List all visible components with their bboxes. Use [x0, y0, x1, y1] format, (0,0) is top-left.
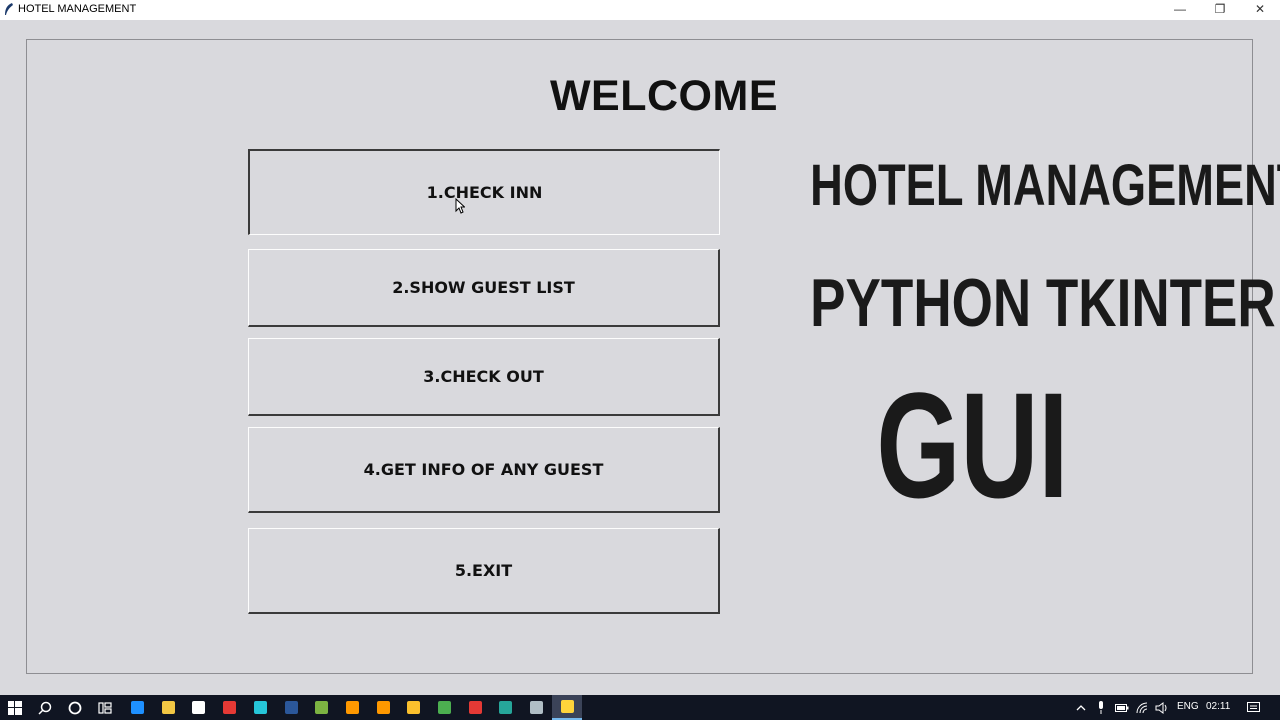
microphone-icon: [1099, 701, 1103, 714]
language-indicator[interactable]: ENG: [1177, 701, 1199, 712]
edge-icon: [130, 701, 144, 714]
cortana-button[interactable]: [60, 695, 90, 720]
media-taskbar-button[interactable]: [490, 695, 520, 720]
windows-icon: [8, 700, 22, 715]
media-icon: [498, 701, 512, 714]
opera-icon: [468, 701, 482, 714]
app-teal-taskbar-button[interactable]: [245, 695, 275, 720]
banner-gui: GUI: [876, 361, 1069, 529]
battery-icon: [1115, 703, 1129, 712]
edge-taskbar-button[interactable]: [122, 695, 152, 720]
banner-hotel-management: HOTEL MANAGEMENT: [810, 153, 1280, 218]
volume-button[interactable]: [1152, 695, 1172, 720]
python-icon: [560, 700, 574, 713]
search-icon: [38, 701, 52, 715]
title-bar: HOTEL MANAGEMENT — ❐ ✕: [0, 0, 1280, 20]
chrome-taskbar-button[interactable]: [429, 695, 459, 720]
notepad-icon: [314, 701, 328, 714]
battery-button[interactable]: [1112, 695, 1132, 720]
app-orange-taskbar-button[interactable]: [337, 695, 367, 720]
app-gold-icon: [406, 701, 420, 714]
app-gray-taskbar-button[interactable]: [521, 695, 551, 720]
opera-taskbar-button[interactable]: [460, 695, 490, 720]
close-button[interactable]: ✕: [1240, 0, 1280, 20]
app-teal-icon: [253, 701, 267, 714]
app-gold-taskbar-button[interactable]: [398, 695, 428, 720]
maximize-button[interactable]: ❐: [1200, 0, 1240, 20]
app-window: WELCOME 1.CHECK INN 2.SHOW GUEST LIST 3.…: [0, 20, 1280, 695]
show-hidden-icons-button[interactable]: [1072, 695, 1090, 720]
show-guest-list-button[interactable]: 2.SHOW GUEST LIST: [248, 249, 720, 327]
search-button[interactable]: [30, 695, 60, 720]
network-button[interactable]: [1133, 695, 1153, 720]
sublime-taskbar-button[interactable]: [368, 695, 398, 720]
app-orange-icon: [345, 701, 359, 714]
start-button[interactable]: [0, 695, 30, 720]
microphone-button[interactable]: [1092, 695, 1110, 720]
app-gray-icon: [529, 701, 543, 714]
welcome-heading: WELCOME: [549, 72, 779, 120]
chevron-up-icon: [1076, 704, 1086, 710]
word-taskbar-button[interactable]: [276, 695, 306, 720]
task-view-icon: [98, 701, 112, 714]
window-title: HOTEL MANAGEMENT: [18, 3, 137, 15]
clock[interactable]: 02:11: [1206, 701, 1230, 712]
notepad-taskbar-button[interactable]: [306, 695, 336, 720]
speaker-icon: [1155, 701, 1167, 714]
check-out-button[interactable]: 3.CHECK OUT: [248, 338, 720, 416]
cortana-icon: [68, 701, 82, 714]
mail-taskbar-button[interactable]: [183, 695, 213, 720]
file-explorer-icon: [161, 701, 175, 714]
get-guest-info-button[interactable]: 4.GET INFO OF ANY GUEST: [248, 427, 720, 513]
chrome-icon: [437, 701, 451, 714]
mail-icon: [191, 701, 205, 714]
taskbar: ENG 02:11: [0, 695, 1280, 720]
app-red-taskbar-button[interactable]: [214, 695, 244, 720]
wifi-icon: [1136, 702, 1148, 713]
minimize-button[interactable]: —: [1160, 0, 1200, 20]
task-view-button[interactable]: [90, 695, 120, 720]
notification-icon: [1246, 701, 1260, 712]
check-inn-button[interactable]: 1.CHECK INN: [248, 149, 720, 235]
file-explorer-taskbar-button[interactable]: [153, 695, 183, 720]
python-taskbar-button[interactable]: [552, 695, 582, 720]
banner-python-tkinter: PYTHON TKINTER: [810, 265, 1276, 341]
mouse-cursor-icon: [455, 198, 465, 214]
notifications-button[interactable]: [1242, 695, 1264, 720]
word-icon: [284, 701, 298, 714]
exit-button[interactable]: 5.EXIT: [248, 528, 720, 614]
app-red-icon: [222, 701, 236, 714]
feather-icon: [5, 3, 13, 15]
sublime-icon: [376, 701, 390, 714]
